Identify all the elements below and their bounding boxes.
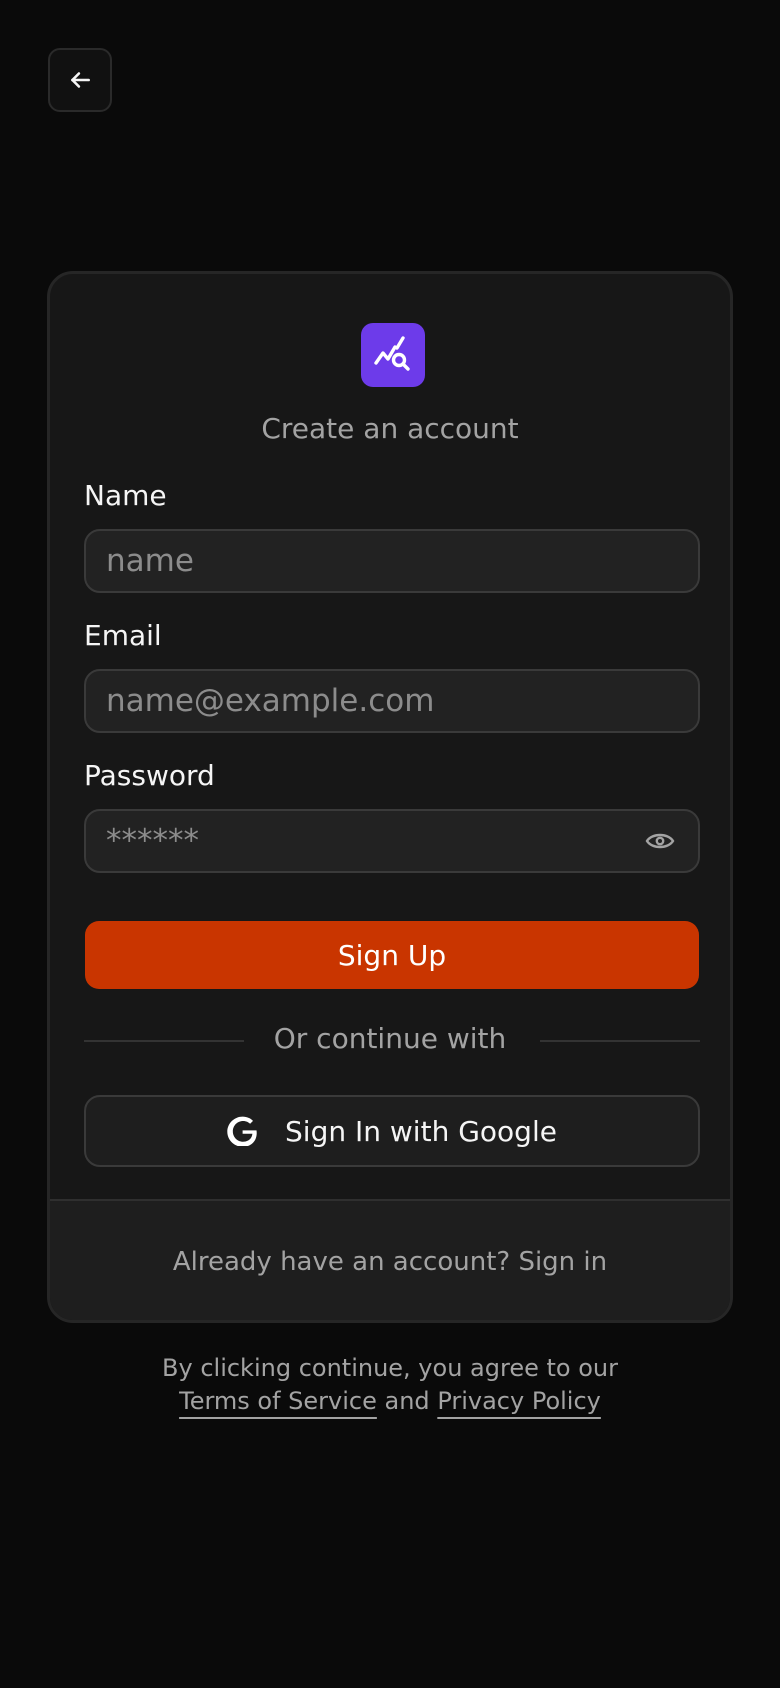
email-input[interactable] xyxy=(86,671,698,731)
chart-search-icon xyxy=(374,336,410,371)
legal-and: and xyxy=(384,1387,430,1415)
name-field-wrapper xyxy=(84,529,700,593)
password-label: Password xyxy=(84,759,215,792)
password-field-wrapper xyxy=(84,809,700,873)
google-button-label: Sign In with Google xyxy=(285,1114,557,1148)
google-sign-in-button[interactable]: Sign In with Google xyxy=(84,1095,700,1167)
google-icon xyxy=(227,1116,257,1146)
app-logo xyxy=(361,323,425,387)
legal-notice: By clicking continue, you agree to our T… xyxy=(0,1352,780,1418)
divider-text: Or continue with xyxy=(273,1022,507,1055)
divider-right xyxy=(540,1040,700,1042)
legal-links-line: Terms of Service and Privacy Policy xyxy=(0,1385,780,1418)
arrow-left-icon xyxy=(71,72,90,88)
name-label: Name xyxy=(84,479,167,512)
email-field-wrapper xyxy=(84,669,700,733)
card-footer: Already have an account? Sign in xyxy=(50,1199,730,1320)
back-button[interactable] xyxy=(48,48,112,112)
signup-card: Create an account Name Email Password Si… xyxy=(47,271,733,1323)
sign-up-button[interactable]: Sign Up xyxy=(85,921,699,989)
name-input[interactable] xyxy=(86,531,698,591)
email-label: Email xyxy=(84,619,162,652)
form-subtitle: Create an account xyxy=(261,412,519,445)
legal-prefix: By clicking continue, you agree to our xyxy=(162,1354,618,1382)
signup-page: Create an account Name Email Password Si… xyxy=(0,0,780,1688)
privacy-policy-link[interactable]: Privacy Policy xyxy=(437,1387,601,1415)
password-input[interactable] xyxy=(86,811,698,871)
terms-of-service-link[interactable]: Terms of Service xyxy=(179,1387,377,1415)
sign-in-link[interactable]: Already have an account? Sign in xyxy=(50,1247,730,1277)
eye-icon[interactable] xyxy=(644,827,676,855)
